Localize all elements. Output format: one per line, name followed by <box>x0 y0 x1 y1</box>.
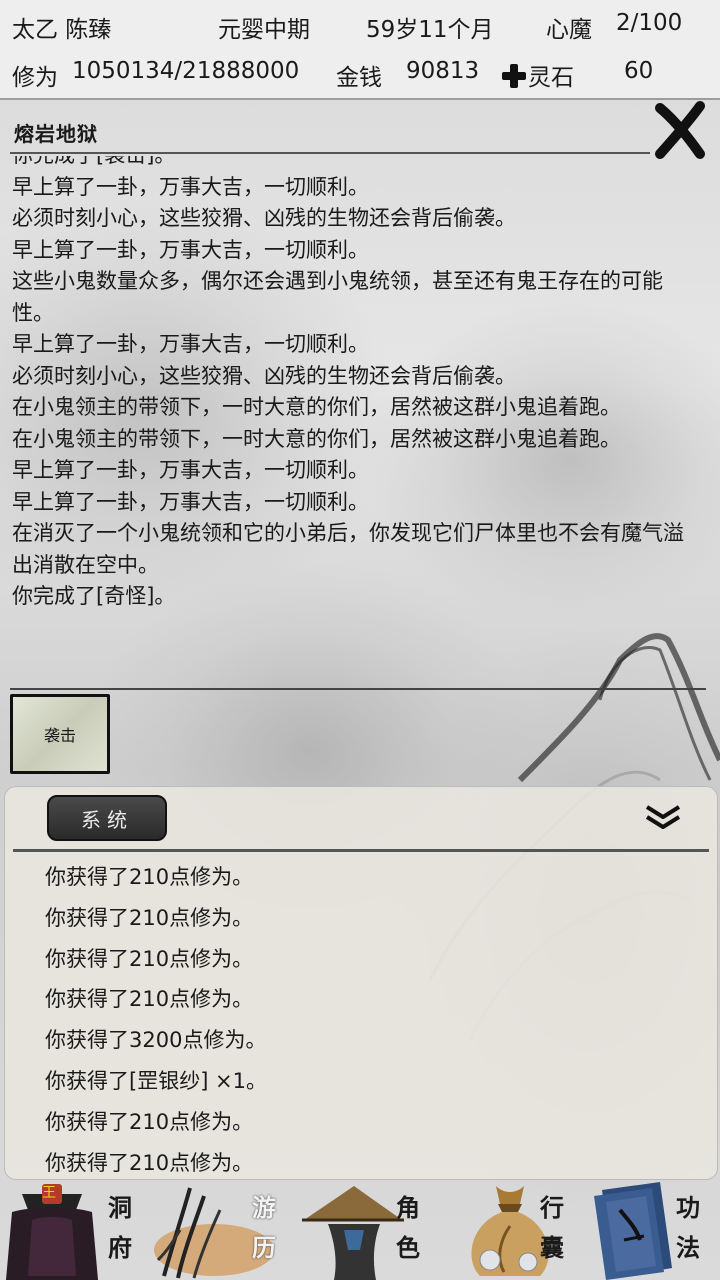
attack-action-button[interactable]: 袭击 <box>10 694 110 774</box>
bottom-navigation: 王 洞 府 游 历 角 色 行 囊 功 法 <box>0 1180 720 1280</box>
character-name: 太乙 陈臻 <box>12 17 112 43</box>
cave-badge: 王 <box>42 1185 56 1201</box>
nav-techniques-label: 功 法 <box>674 1188 702 1268</box>
system-message: 你获得了210点修为。 <box>45 1109 254 1134</box>
system-message-list: 你获得了210点修为。 你获得了210点修为。 你获得了210点修为。 你获得了210… <box>45 857 685 1183</box>
nav-techniques[interactable]: 功 法 <box>576 1180 720 1280</box>
nav-skill-char-2: 法 <box>676 1233 700 1262</box>
log-line: 在小鬼领主的带领下，一时大意的你们，居然被这群小鬼追着跑。 <box>12 426 621 451</box>
double-chevron-down-icon <box>645 805 681 829</box>
nav-travel-char-1: 游 <box>252 1193 276 1222</box>
system-message: 你获得了3200点修为。 <box>45 1028 267 1053</box>
money-value: 90813 <box>406 58 480 84</box>
spirit-stone-icon <box>502 64 526 88</box>
collapse-panel-button[interactable] <box>641 801 685 835</box>
nav-cave-char-1: 洞 <box>108 1193 132 1222</box>
spirit-stone-label: 灵石 <box>528 65 574 91</box>
close-icon <box>655 101 705 159</box>
log-line: 你完成了[袭击]。 <box>12 156 692 172</box>
nav-inventory[interactable]: 行 囊 <box>432 1180 576 1280</box>
location-title: 熔岩地狱 <box>14 122 98 146</box>
system-message-panel: 系统 你获得了210点修为。 你获得了210点修为。 你获得了210点修为。 你获得了… <box>4 786 718 1180</box>
attack-action-label: 袭击 <box>43 726 76 745</box>
cultivation-label: 修为 <box>12 65 58 91</box>
system-message: 你获得了210点修为。 <box>45 946 254 971</box>
nav-travel[interactable]: 游 历 <box>144 1180 288 1280</box>
log-line: 早上算了一卦，万事大吉，一切顺利。 <box>12 489 369 514</box>
system-message: 你获得了210点修为。 <box>45 865 254 889</box>
close-button[interactable] <box>652 100 708 160</box>
nav-character-label: 角 色 <box>394 1188 422 1268</box>
nav-cave-char-2: 府 <box>108 1233 132 1262</box>
system-message: 你获得了210点修为。 <box>45 987 254 1012</box>
techniques-book-icon <box>594 1182 672 1280</box>
log-line: 你完成了[奇怪]。 <box>12 584 176 608</box>
tab-system[interactable]: 系统 <box>47 795 167 841</box>
log-line: 早上算了一卦，万事大吉，一切顺利。 <box>12 332 369 356</box>
nav-inventory-label: 行 囊 <box>538 1188 566 1268</box>
event-log-content: 你完成了[袭击]。早上算了一卦，万事大吉，一切顺利。必须时刻小心，这些狡猾、凶残… <box>12 156 692 613</box>
nav-bag-char-1: 行 <box>540 1193 564 1222</box>
nav-bag-char-2: 囊 <box>540 1233 564 1262</box>
realm-text: 元婴中期 <box>218 17 310 43</box>
log-divider <box>10 688 706 690</box>
location-header: 熔岩地狱 <box>0 102 720 158</box>
character-hat-icon <box>302 1186 404 1280</box>
header-divider <box>10 152 650 154</box>
nav-travel-char-2: 历 <box>252 1233 276 1262</box>
log-line: 早上算了一卦，万事大吉，一切顺利。 <box>12 458 369 482</box>
log-line: 在小鬼领主的带领下，一时大意的你们，居然被这群小鬼追着跑。 <box>12 395 621 419</box>
event-log[interactable]: 你完成了[袭击]。早上算了一卦，万事大吉，一切顺利。必须时刻小心，这些狡猾、凶残… <box>12 156 692 686</box>
heart-demon-value: 2/100 <box>616 10 683 36</box>
log-line: 早上算了一卦，万事大吉，一切顺利。 <box>12 174 369 199</box>
heart-demon-label: 心魔 <box>546 17 592 43</box>
nav-character[interactable]: 角 色 <box>288 1180 432 1280</box>
log-line: 这些小鬼数量众多，偶尔还会遇到小鬼统领，甚至还有鬼王存在的可能性。 <box>12 269 663 325</box>
nav-role-char-2: 色 <box>396 1233 420 1262</box>
system-message: 你获得了210点修为。 <box>45 905 254 930</box>
money-label: 金钱 <box>336 65 382 91</box>
status-bar: 太乙 陈臻 元婴中期 59岁11个月 心魔 2/100 修为 1050134/2… <box>0 0 720 100</box>
cultivation-value: 1050134/21888000 <box>72 58 300 84</box>
spirit-stone-value: 60 <box>624 58 654 84</box>
nav-travel-label: 游 历 <box>250 1188 278 1268</box>
tab-system-label: 系统 <box>81 807 133 832</box>
nav-cave-label: 洞 府 <box>106 1188 134 1268</box>
log-line: 在消灭了一个小鬼统领和它的小弟后，你发现它们尸体里也不会有魔气溢出消散在空中。 <box>12 521 684 577</box>
system-message: 你获得了[罡银纱] ×1。 <box>45 1068 268 1093</box>
log-line: 必须时刻小心，这些狡猾、凶残的生物还会背后偷袭。 <box>12 363 516 388</box>
nav-role-char-1: 角 <box>396 1193 420 1222</box>
system-panel-divider <box>13 849 709 852</box>
nav-skill-char-1: 功 <box>676 1193 700 1222</box>
system-message: 你获得了210点修为。 <box>45 1150 254 1175</box>
log-line: 早上算了一卦，万事大吉，一切顺利。 <box>12 237 369 262</box>
log-line: 必须时刻小心，这些狡猾、凶残的生物还会背后偷袭。 <box>12 206 516 230</box>
age-text: 59岁11个月 <box>366 17 494 43</box>
nav-cave-residence[interactable]: 王 洞 府 <box>0 1180 144 1280</box>
spirit-stone: 灵石 <box>502 58 574 92</box>
